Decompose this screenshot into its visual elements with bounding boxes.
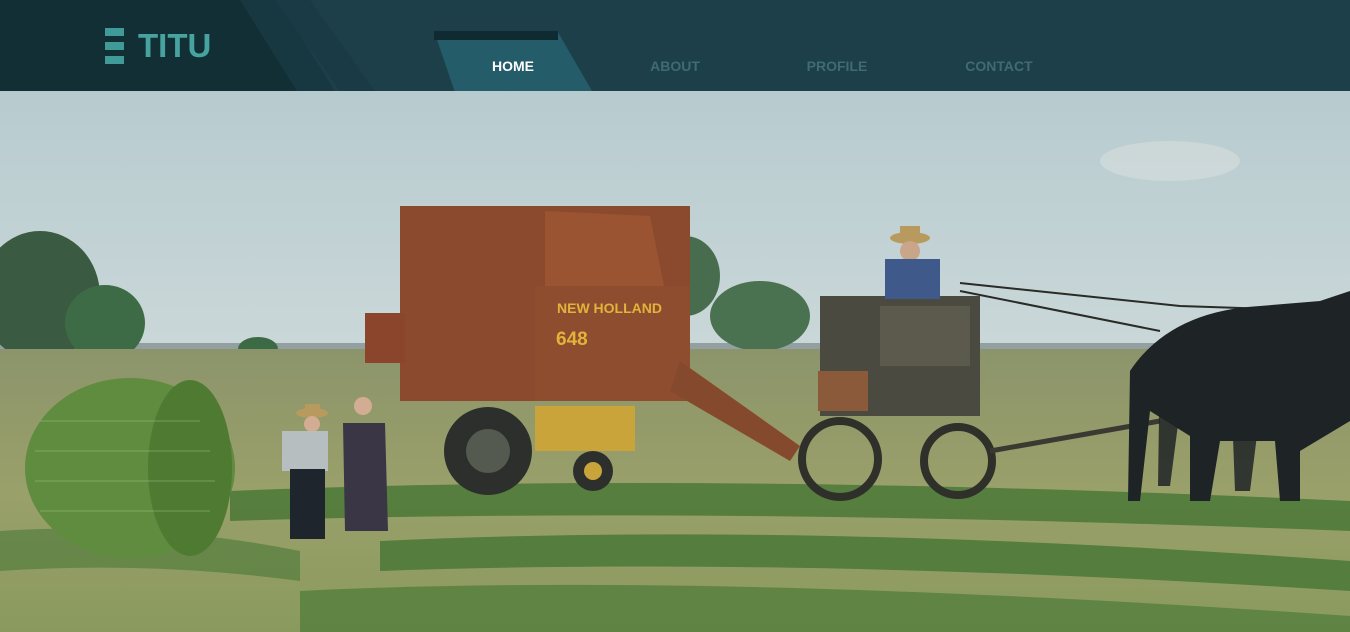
nav-contact[interactable]: CONTACT [954, 58, 1044, 74]
hay-bale [25, 378, 235, 558]
nav-active-indicator-top [434, 31, 558, 40]
baler-model-label: 648 [556, 329, 588, 350]
baler-brand-label: NEW HOLLAND [557, 300, 662, 316]
site-header: TITU HOME ABOUT PROFILE CONTACT [0, 0, 1350, 91]
hero-banner: NEW HOLLAND 648 [0, 91, 1350, 632]
page: TITU HOME ABOUT PROFILE CONTACT NEW HOLL… [0, 0, 1350, 632]
cloud [1100, 141, 1240, 181]
hero-image: NEW HOLLAND 648 [0, 91, 1350, 632]
brand-name: TITU [138, 27, 212, 64]
nav-about[interactable]: ABOUT [634, 58, 716, 74]
stacked-bars-icon [105, 28, 124, 64]
site-logo[interactable]: TITU [105, 28, 211, 64]
nav-home[interactable]: HOME [474, 58, 552, 74]
nav-profile[interactable]: PROFILE [794, 58, 880, 74]
